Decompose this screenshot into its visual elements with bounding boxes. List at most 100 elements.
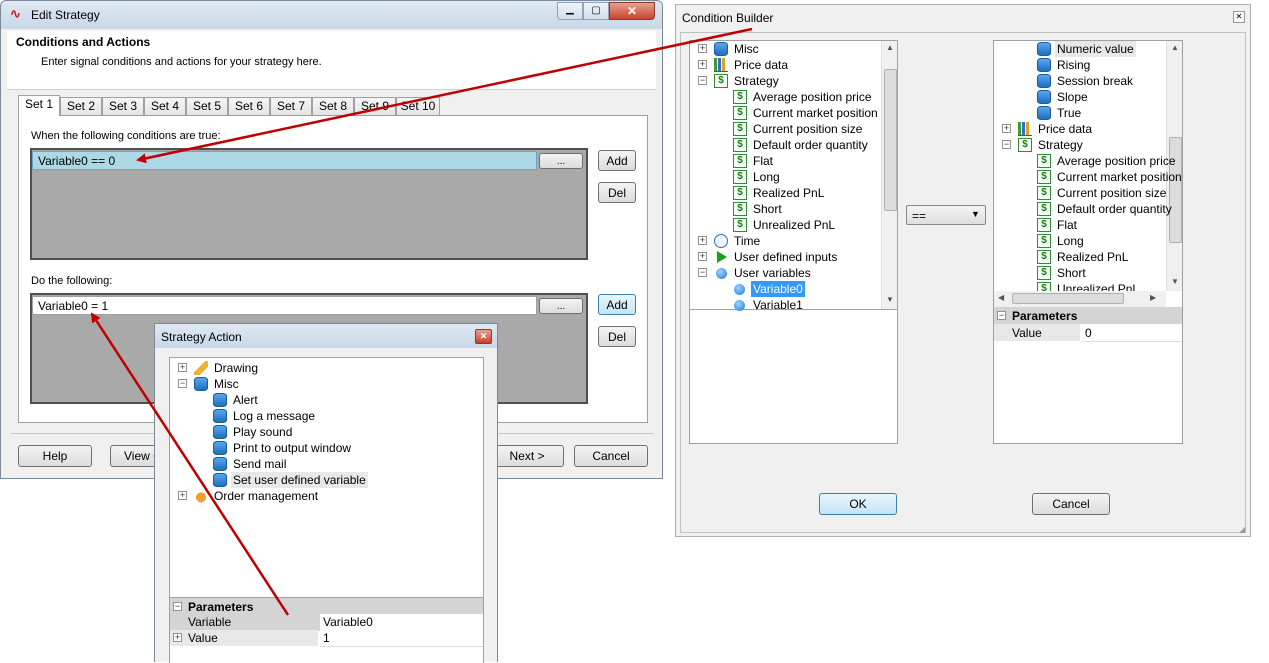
param-value-input[interactable]: 1 — [320, 630, 483, 647]
left-tree-scrollbar[interactable]: ▲ ▼ — [881, 41, 897, 309]
tree-node-misc[interactable]: − Misc — [170, 376, 480, 392]
tab-set-4[interactable]: Set 4 — [144, 97, 186, 115]
collapse-icon[interactable]: − — [1002, 140, 1011, 149]
tab-set-6[interactable]: Set 6 — [228, 97, 270, 115]
tree-node-short[interactable]: $ Short — [994, 265, 1166, 281]
tree-node-true[interactable]: True — [994, 105, 1166, 121]
condition-builder-cancel-button[interactable]: Cancel — [1032, 493, 1110, 515]
condition-add-button[interactable]: Add — [598, 150, 636, 171]
expand-icon[interactable]: + — [698, 236, 707, 245]
tree-node-default-order-quantity[interactable]: $ Default order quantity — [690, 137, 880, 153]
tree-node-numeric-value[interactable]: Numeric value — [994, 41, 1166, 57]
edit-strategy-titlebar[interactable]: ∿ Edit Strategy ▁ ▢ ✕ — [1, 1, 662, 29]
expand-icon[interactable]: + — [698, 44, 707, 53]
tree-node-flat[interactable]: $ Flat — [690, 153, 880, 169]
tab-set-8[interactable]: Set 8 — [312, 97, 354, 115]
tree-node-current-market-position[interactable]: $ Current market position — [994, 169, 1182, 185]
next-button[interactable]: Next > — [490, 445, 564, 467]
tree-node-realized-pnl[interactable]: $ Realized PnL — [690, 185, 880, 201]
condition-row[interactable]: Variable0 == 0 — [32, 151, 537, 170]
tab-set-5[interactable]: Set 5 — [186, 97, 228, 115]
expand-icon[interactable]: + — [178, 363, 187, 372]
tree-node-time[interactable]: + Time — [690, 233, 880, 249]
collapse-icon[interactable]: − — [698, 268, 707, 277]
tree-node-current-market-position[interactable]: $ Current market position — [690, 105, 880, 121]
right-tree-hscrollbar[interactable]: ◀ ▶ — [994, 291, 1166, 307]
tab-set-1[interactable]: Set 1 — [18, 95, 60, 116]
tree-node-flat[interactable]: $ Flat — [994, 217, 1166, 233]
maximize-button[interactable]: ▢ — [583, 2, 609, 20]
tree-node-session-break[interactable]: Session break — [994, 73, 1166, 89]
tree-node-print-to-output-window[interactable]: Print to output window — [170, 440, 480, 456]
tree-node-order-management[interactable]: + Order management — [170, 488, 480, 504]
tree-node-user-defined-inputs[interactable]: + User defined inputs — [690, 249, 880, 265]
tree-node-play-sound[interactable]: Play sound — [170, 424, 480, 440]
expand-icon[interactable]: + — [178, 491, 187, 500]
scroll-down-icon[interactable]: ▼ — [1167, 277, 1182, 286]
expand-icon[interactable]: + — [698, 60, 707, 69]
tree-node-variable0[interactable]: Variable0 — [690, 281, 880, 297]
param-variable-input[interactable]: Variable0 — [320, 614, 483, 631]
param-value-input[interactable]: 0 — [1082, 324, 1182, 342]
tab-set-2[interactable]: Set 2 — [60, 97, 102, 115]
tree-node-price-data[interactable]: + Price data — [994, 121, 1166, 137]
tree-node-unrealized-pnl[interactable]: $ Unrealized PnL — [690, 217, 880, 233]
expand-icon[interactable]: + — [1002, 124, 1011, 133]
tab-set-3[interactable]: Set 3 — [102, 97, 144, 115]
close-button[interactable]: ✕ — [609, 2, 655, 20]
condition-del-button[interactable]: Del — [598, 182, 636, 203]
expand-icon[interactable]: + — [698, 252, 707, 261]
tree-node-set-user-defined-variable[interactable]: Set user defined variable — [170, 472, 480, 488]
tree-node-strategy[interactable]: − $ Strategy — [690, 73, 880, 89]
condition-ellipsis-button[interactable]: ... — [539, 153, 583, 169]
tree-node-long[interactable]: $ Long — [994, 233, 1166, 249]
collapse-icon[interactable]: − — [178, 379, 187, 388]
operator-dropdown[interactable]: == ▼ — [906, 205, 986, 225]
scroll-right-icon[interactable]: ▶ — [1150, 293, 1156, 302]
hscroll-thumb[interactable] — [1012, 293, 1124, 304]
condition-builder-ok-button[interactable]: OK — [819, 493, 897, 515]
cancel-button[interactable]: Cancel — [574, 445, 648, 467]
tree-node-unrealized-pnl[interactable]: $ Unrealized PnL — [994, 281, 1166, 291]
tree-node-short[interactable]: $ Short — [690, 201, 880, 217]
strategy-action-close-button[interactable]: ✕ — [475, 329, 492, 344]
help-button[interactable]: Help — [18, 445, 92, 467]
scroll-left-icon[interactable]: ◀ — [998, 293, 1004, 302]
tree-node-current-position-size[interactable]: $ Current position size — [690, 121, 880, 137]
collapse-icon[interactable]: − — [173, 602, 182, 611]
action-row[interactable]: Variable0 = 1 — [32, 296, 537, 315]
tree-node-current-position-size[interactable]: $ Current position size — [994, 185, 1166, 201]
scroll-down-icon[interactable]: ▼ — [882, 295, 897, 304]
tree-node-slope[interactable]: Slope — [994, 89, 1166, 105]
action-ellipsis-button[interactable]: ... — [539, 298, 583, 314]
scroll-up-icon[interactable]: ▲ — [882, 43, 897, 52]
tree-node-rising[interactable]: Rising — [994, 57, 1166, 73]
action-del-button[interactable]: Del — [598, 326, 636, 347]
action-add-button[interactable]: Add — [598, 294, 636, 315]
collapse-icon[interactable]: − — [997, 311, 1006, 320]
tree-node-log-a-message[interactable]: Log a message — [170, 408, 480, 424]
strategy-action-titlebar[interactable]: Strategy Action ✕ — [155, 324, 497, 348]
scroll-thumb[interactable] — [884, 69, 897, 211]
scroll-up-icon[interactable]: ▲ — [1167, 43, 1182, 52]
tree-node-alert[interactable]: Alert — [170, 392, 480, 408]
tree-node-average-position-price[interactable]: $ Average position price — [690, 89, 880, 105]
tree-node-price-data[interactable]: + Price data — [690, 57, 880, 73]
tree-node-realized-pnl[interactable]: $ Realized PnL — [994, 249, 1166, 265]
tree-node-variable1[interactable]: Variable1 — [690, 297, 880, 313]
collapse-icon[interactable]: − — [698, 76, 707, 85]
expand-icon[interactable]: + — [173, 633, 182, 642]
tree-node-average-position-price[interactable]: $ Average position price — [994, 153, 1176, 169]
minimize-button[interactable]: ▁ — [557, 2, 583, 20]
resize-grip-icon[interactable]: ◢ — [1239, 525, 1249, 535]
tree-node-default-order-quantity[interactable]: $ Default order quantity — [994, 201, 1172, 217]
tab-set-10[interactable]: Set 10 — [396, 97, 440, 115]
tree-node-user-variables[interactable]: − User variables — [690, 265, 880, 281]
tree-node-send-mail[interactable]: Send mail — [170, 456, 480, 472]
tree-node-misc[interactable]: + Misc — [690, 41, 880, 57]
tab-set-7[interactable]: Set 7 — [270, 97, 312, 115]
tree-node-strategy[interactable]: − $ Strategy — [994, 137, 1166, 153]
tree-node-drawing[interactable]: + Drawing — [170, 360, 480, 376]
tree-node-long[interactable]: $ Long — [690, 169, 880, 185]
condition-builder-close-icon[interactable]: ✕ — [1233, 11, 1245, 23]
